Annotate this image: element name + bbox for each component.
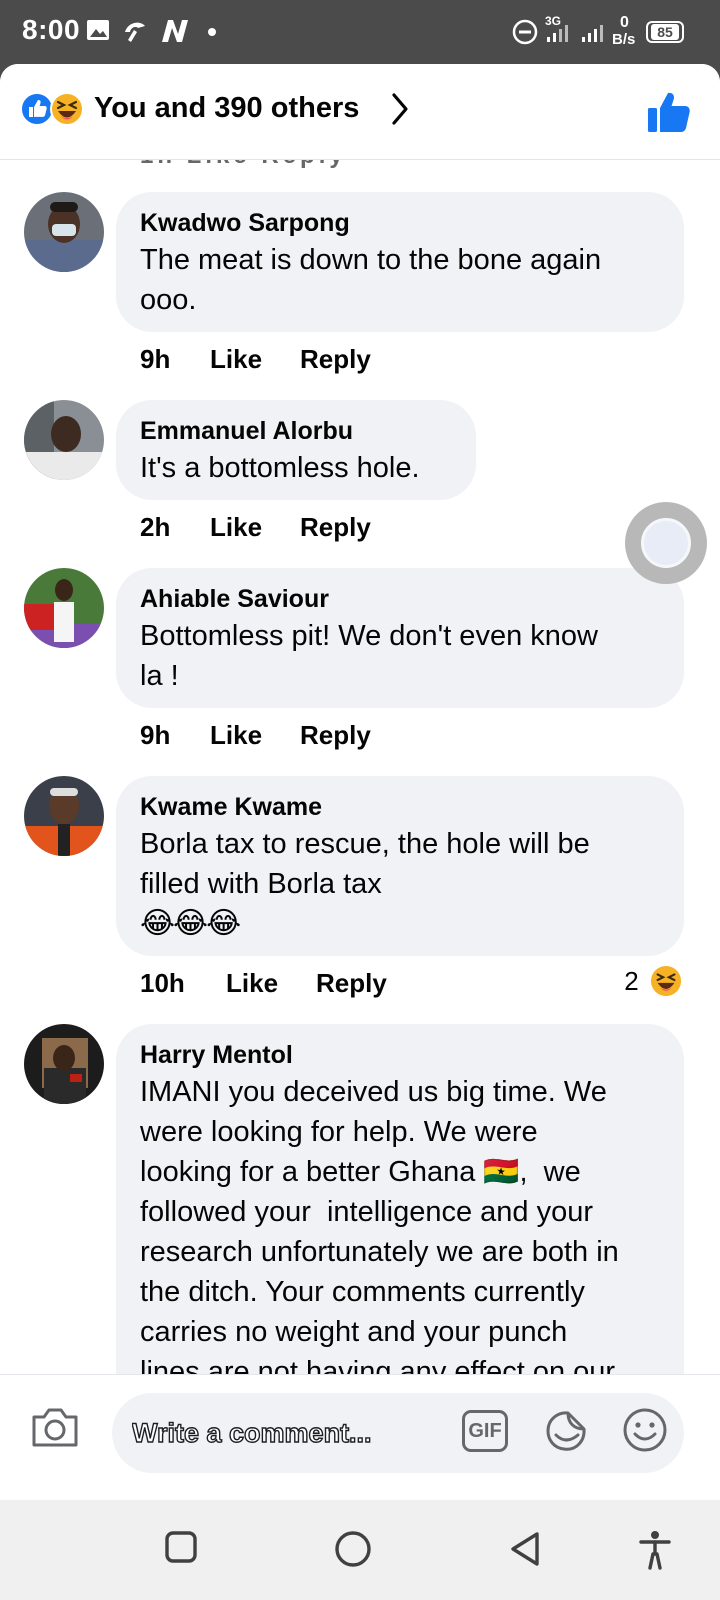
reactions-header[interactable]: You and 390 others: [0, 64, 720, 160]
android-navigation-bar: [0, 1500, 720, 1600]
comment-text: IMANI you deceived us big time. We were …: [140, 1076, 619, 1388]
net-speed-value: 0: [620, 14, 629, 31]
comment-bubble[interactable]: Kwame Kwame Borla tax to rescue, the hol…: [116, 776, 684, 956]
commenter-name[interactable]: Emmanuel Alorbu: [140, 414, 452, 448]
comment-text: Borla tax to rescue, the hole will be fi…: [140, 828, 590, 900]
battery-indicator: 85: [646, 21, 684, 43]
comment-bubble[interactable]: Kwadwo Sarpong The meat is down to the b…: [116, 192, 684, 332]
comment-bubble[interactable]: Ahiable Saviour Bottomless pit! We don't…: [116, 568, 684, 708]
floating-assistant-button[interactable]: [625, 502, 707, 584]
like-button[interactable]: Like: [226, 968, 316, 999]
comment-input-box[interactable]: GIF: [112, 1393, 684, 1473]
like-reaction-icon: [20, 92, 54, 126]
accessibility-button[interactable]: [638, 1530, 672, 1570]
comment-actions: 9h Like Reply: [140, 720, 371, 751]
comments-list[interactable]: 1h Like Reply Kwadwo Sarpong The meat is…: [0, 160, 720, 1468]
haha-reaction-icon: [650, 965, 682, 997]
comment-reaction-count[interactable]: 2: [624, 965, 682, 997]
emoji-icon[interactable]: [622, 1407, 668, 1453]
comment-actions: 9h Like Reply: [140, 344, 371, 375]
comment-text: It's a bottomless hole.: [140, 452, 420, 484]
signal-strength-icon: [547, 25, 568, 42]
comments-sheet: You and 390 others 1h Like Reply Kwadwo …: [0, 64, 720, 1500]
comment-actions: 10h Like Reply: [140, 968, 387, 999]
comment-time: 2h: [140, 512, 171, 542]
gallery-icon: [87, 20, 109, 40]
comment-time: 9h: [140, 344, 171, 374]
floating-button-inner: [641, 518, 691, 568]
gif-button[interactable]: GIF: [462, 1410, 508, 1452]
camera-icon[interactable]: [30, 1405, 80, 1449]
reply-button[interactable]: Reply: [316, 968, 387, 999]
haha-reaction-icon: [50, 92, 84, 126]
comment-text: Bottomless pit! We don't even know la !: [140, 620, 598, 692]
battery-level: 85: [651, 24, 679, 40]
news-app-icon: [162, 20, 188, 42]
net-speed-unit: B/s: [612, 31, 636, 48]
signal-strength-2-icon: [582, 25, 603, 42]
chevron-right-icon[interactable]: [390, 92, 410, 126]
like-post-button[interactable]: [646, 90, 692, 134]
commenter-avatar[interactable]: [24, 776, 104, 856]
commenter-name[interactable]: Ahiable Saviour: [140, 582, 660, 616]
like-button[interactable]: Like: [210, 512, 300, 543]
comment-actions: 2h Like Reply: [140, 512, 371, 543]
sticker-icon[interactable]: [542, 1407, 590, 1455]
comment-time: 10h: [140, 968, 185, 998]
commenter-name[interactable]: Kwame Kwame: [140, 790, 660, 824]
status-bar: 8:00 3G 0 B/s 85: [0, 0, 720, 64]
reply-button[interactable]: Reply: [300, 344, 371, 375]
previous-comment-actions: 1h Like Reply: [140, 160, 347, 170]
commenter-avatar[interactable]: [24, 192, 104, 272]
recent-apps-button[interactable]: [164, 1530, 198, 1564]
comment-text: The meat is down to the bone again ooo.: [140, 244, 602, 316]
reaction-count: 2: [624, 966, 639, 996]
status-time: 8:00: [22, 14, 81, 45]
comment-time: 9h: [140, 720, 171, 750]
reply-button[interactable]: Reply: [300, 512, 371, 543]
comment-input[interactable]: [132, 1411, 452, 1455]
commenter-avatar[interactable]: [24, 568, 104, 648]
more-notifications-dot: [208, 28, 216, 36]
back-button[interactable]: [508, 1530, 542, 1568]
commenter-avatar[interactable]: [24, 1024, 104, 1104]
app-notification-icon: [125, 22, 145, 42]
comment-emoji: 😂😂😂: [140, 907, 241, 940]
commenter-avatar[interactable]: [24, 400, 104, 480]
like-button[interactable]: Like: [210, 720, 300, 751]
home-button[interactable]: [334, 1530, 372, 1568]
like-button[interactable]: Like: [210, 344, 300, 375]
commenter-name[interactable]: Kwadwo Sarpong: [140, 206, 660, 240]
commenter-name[interactable]: Harry Mentol: [140, 1038, 660, 1072]
reply-button[interactable]: Reply: [300, 720, 371, 751]
reactions-summary[interactable]: You and 390 others: [94, 92, 359, 125]
comment-composer: GIF: [0, 1374, 720, 1500]
comment-bubble[interactable]: Emmanuel Alorbu It's a bottomless hole.: [116, 400, 476, 500]
do-not-disturb-icon: [512, 19, 538, 45]
